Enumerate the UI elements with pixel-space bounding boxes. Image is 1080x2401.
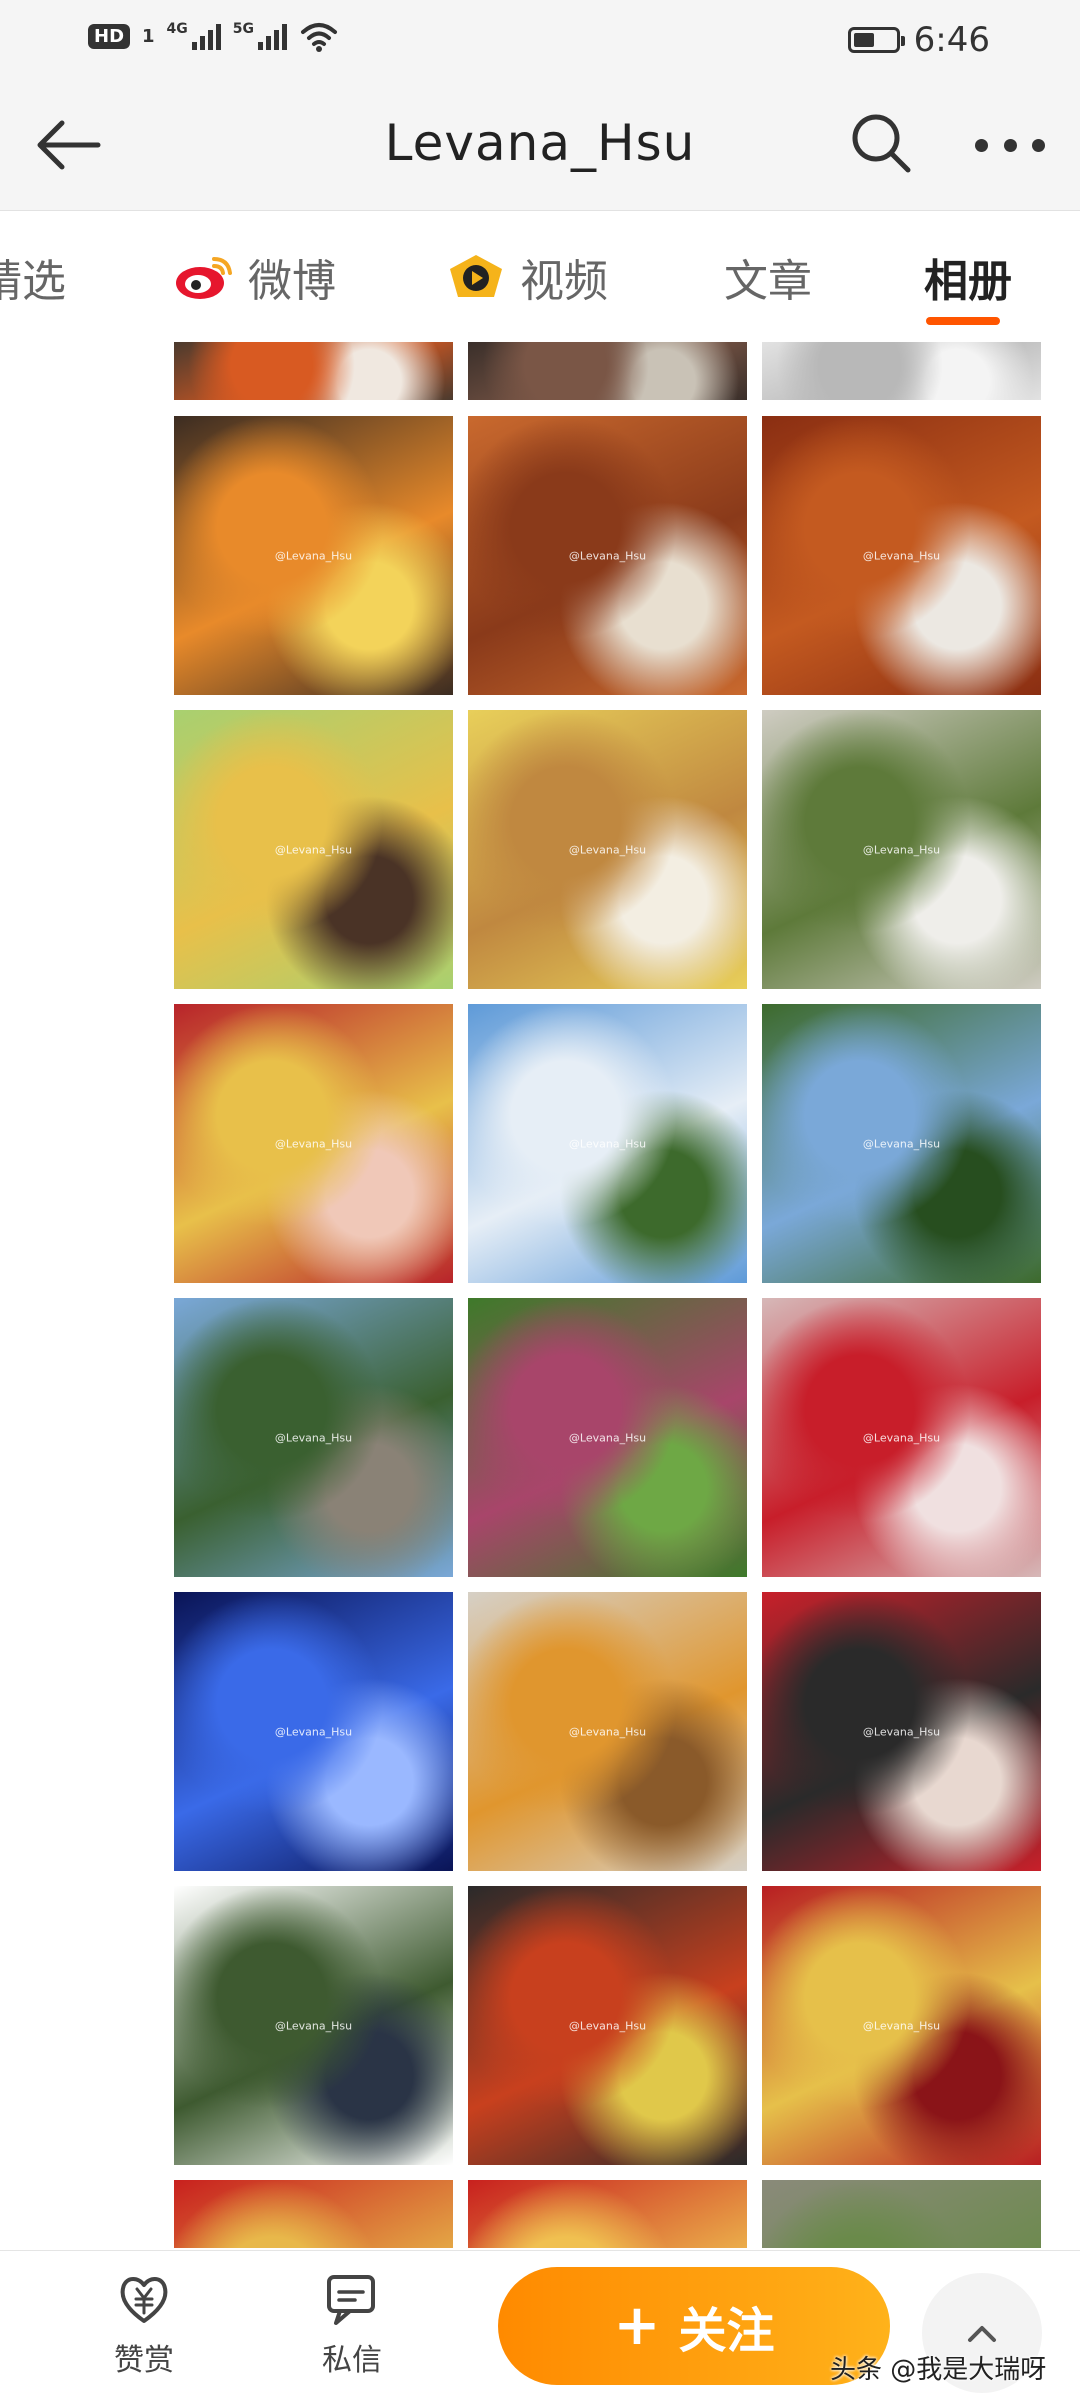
photo-tile[interactable]: @Levana_Hsu xyxy=(762,416,1041,695)
photo-tile[interactable]: @Levana_Hsu xyxy=(762,710,1041,989)
tab-video[interactable]: 视频 xyxy=(446,245,608,309)
photo-watermark: @Levana_Hsu xyxy=(568,1725,647,1738)
active-tab-indicator xyxy=(926,317,1000,325)
clock: 6:46 xyxy=(913,20,990,60)
signal-icon-2 xyxy=(258,22,288,50)
photo-watermark: @Levana_Hsu xyxy=(862,2019,941,2032)
photo-tile[interactable]: @Levana_Hsu xyxy=(762,1004,1041,1283)
photo-tile[interactable]: @Levana_Hsu xyxy=(174,1298,453,1577)
photo-watermark: @Levana_Hsu xyxy=(568,549,647,562)
nav-header: Levana_Hsu xyxy=(0,80,1080,211)
status-right: 6:46 xyxy=(847,20,990,60)
photo-tile[interactable]: @Levana_Hsu xyxy=(468,1592,747,1871)
photo-watermark: @Levana_Hsu xyxy=(862,843,941,856)
photo-watermark: @Levana_Hsu xyxy=(568,1431,647,1444)
tab-label: 相册 xyxy=(924,256,1012,307)
photo-watermark: @Levana_Hsu xyxy=(568,2019,647,2032)
photo-tile[interactable]: @Levana_Hsu xyxy=(174,416,453,695)
network-type-2: 5G xyxy=(232,21,255,37)
photo-grid: @Levana_Hsu @Levana_Hsu @Levana_Hsu @Levana… xyxy=(174,342,1044,2248)
source-watermark: 头条 @我是大瑞呀 xyxy=(830,2355,1047,2385)
status-bar: HD 1 4G 5G 6:46 xyxy=(0,0,1080,80)
tip-button[interactable]: 赞赏 xyxy=(84,2271,204,2379)
search-icon[interactable] xyxy=(848,110,914,176)
photo-tile[interactable] xyxy=(174,342,453,400)
photo-watermark: @Levana_Hsu xyxy=(862,549,941,562)
photo-tile[interactable] xyxy=(762,2180,1041,2248)
photo-tile[interactable]: @Levana_Hsu xyxy=(174,1592,453,1871)
tab-label: 文章 xyxy=(724,256,812,307)
battery-fill xyxy=(853,33,874,47)
photo-tile[interactable] xyxy=(468,342,747,400)
photo-watermark: @Levana_Hsu xyxy=(274,549,353,562)
photo-watermark: @Levana_Hsu xyxy=(862,1431,941,1444)
wifi-icon xyxy=(301,23,338,52)
photo-tile[interactable]: @Levana_Hsu xyxy=(468,416,747,695)
photo-tile[interactable]: @Levana_Hsu xyxy=(174,710,453,989)
photo-watermark: @Levana_Hsu xyxy=(862,1725,941,1738)
tip-icon xyxy=(120,2277,168,2323)
tab-label: 精选 xyxy=(0,256,66,307)
photo-tile[interactable]: @Levana_Hsu xyxy=(468,1298,747,1577)
tab-label: 微博 xyxy=(248,256,336,307)
battery-icon xyxy=(847,27,905,53)
photo-watermark: @Levana_Hsu xyxy=(274,1431,353,1444)
photo-watermark: @Levana_Hsu xyxy=(274,1137,353,1150)
tab-weibo[interactable]: 微博 xyxy=(174,245,336,309)
photo-watermark: @Levana_Hsu xyxy=(274,2019,353,2032)
tab-featured[interactable]: 精选 xyxy=(0,245,66,309)
sim-indicator: 1 xyxy=(142,25,155,47)
message-icon xyxy=(327,2275,375,2325)
signal-icon xyxy=(191,22,221,50)
photo-tile[interactable]: @Levana_Hsu xyxy=(468,1886,747,2165)
weibo-logo-icon xyxy=(176,257,232,299)
tab-label: 视频 xyxy=(520,256,608,307)
more-icon[interactable] xyxy=(975,120,1045,170)
photo-watermark: @Levana_Hsu xyxy=(274,843,353,856)
message-button[interactable]: 私信 xyxy=(292,2271,412,2379)
photo-tile[interactable]: @Levana_Hsu xyxy=(468,1004,747,1283)
hd-badge: HD xyxy=(88,23,131,49)
video-logo-icon xyxy=(450,255,502,297)
photo-tile[interactable] xyxy=(174,2180,453,2248)
photo-tile[interactable]: @Levana_Hsu xyxy=(174,1004,453,1283)
photo-tile[interactable] xyxy=(468,2180,747,2248)
tab-album[interactable]: 相册 xyxy=(924,245,1012,309)
photo-tile[interactable]: @Levana_Hsu xyxy=(762,1886,1041,2165)
photo-tile[interactable]: @Levana_Hsu xyxy=(174,1886,453,2165)
tip-label: 赞赏 xyxy=(114,2343,174,2378)
photo-tile[interactable]: @Levana_Hsu xyxy=(762,1592,1041,1871)
network-type-1: 4G xyxy=(166,21,188,37)
photo-tile[interactable]: @Levana_Hsu xyxy=(468,710,747,989)
photo-watermark: @Levana_Hsu xyxy=(568,843,647,856)
status-left: HD 1 4G 5G xyxy=(88,20,339,52)
follow-plus-icon: + xyxy=(613,2293,661,2358)
profile-tabs: 精选 微博 视频 文章 相册 xyxy=(0,211,1080,341)
photo-tile[interactable]: @Levana_Hsu xyxy=(762,1298,1041,1577)
photo-watermark: @Levana_Hsu xyxy=(862,1137,941,1150)
tab-articles[interactable]: 文章 xyxy=(724,245,812,309)
photo-tile[interactable] xyxy=(762,342,1041,400)
page-title: Levana_Hsu xyxy=(384,114,696,172)
message-label: 私信 xyxy=(322,2343,382,2378)
photo-watermark: @Levana_Hsu xyxy=(274,1725,353,1738)
follow-label: 关注 xyxy=(678,2303,775,2359)
chevron-up-icon xyxy=(968,2326,996,2342)
photo-watermark: @Levana_Hsu xyxy=(568,1137,647,1150)
